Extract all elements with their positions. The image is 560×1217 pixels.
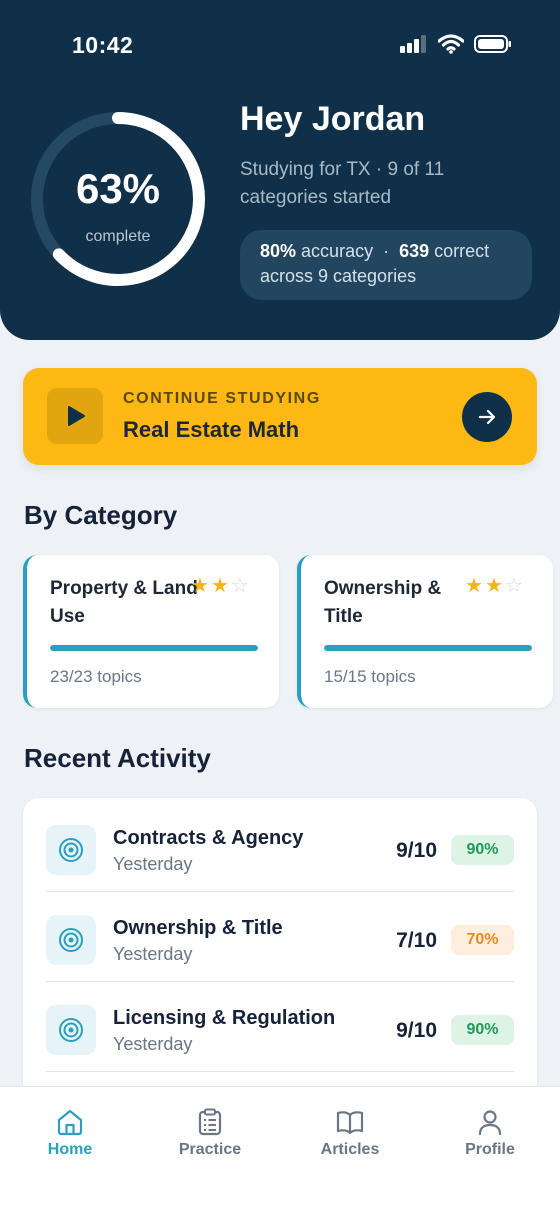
activity-title: Licensing & Regulation (113, 1007, 336, 1029)
wifi-icon (438, 34, 464, 54)
header-panel: 10:42 63% complete Hey Jordan Studying f… (0, 0, 560, 340)
star-empty-icon: ☆ (504, 575, 525, 597)
star-filled-icon: ★ (484, 575, 505, 597)
progress-ring: 63% complete (27, 108, 209, 290)
tab-articles[interactable]: Articles (295, 1107, 405, 1159)
stats-separator: · (383, 241, 390, 261)
activity-date: Yesterday (113, 1034, 193, 1054)
recent-activity-title: Recent Activity (24, 743, 211, 773)
by-category-title: By Category (24, 500, 178, 530)
correct-label: correct (434, 241, 490, 261)
category-progress-fill (324, 645, 532, 651)
categories-line: across 9 categories (260, 266, 417, 286)
progress-label: complete (85, 228, 151, 245)
category-stars: ★★☆ (191, 573, 251, 598)
battery-icon (474, 35, 511, 53)
category-stars: ★★☆ (465, 573, 525, 598)
tab-home[interactable]: Home (15, 1107, 125, 1159)
target-icon (46, 915, 96, 965)
continue-kicker: CONTINUE STUDYING (123, 390, 321, 407)
category-name: Property & Land Use (50, 578, 198, 627)
study-subtitle: Studying for TX · 9 of 11 categories sta… (240, 159, 445, 208)
home-icon (57, 1109, 83, 1136)
star-filled-icon: ★ (191, 575, 211, 597)
row-divider (46, 1071, 514, 1072)
activity-date: Yesterday (113, 854, 193, 874)
tab-home-label: Home (47, 1141, 93, 1158)
activity-row[interactable]: Licensing & Regulation Yesterday 9/10 90… (23, 982, 537, 1072)
target-icon (46, 1005, 96, 1055)
continue-arrow-button[interactable] (462, 392, 512, 442)
star-filled-icon: ★ (210, 575, 231, 597)
category-progress-fill (50, 645, 258, 651)
tab-articles-label: Articles (320, 1141, 380, 1158)
category-card[interactable]: Property & Land Use ★★☆ 23/23 topics (23, 555, 279, 708)
activity-row[interactable]: Ownership & Title Yesterday 7/10 70% (23, 892, 537, 982)
status-time: 10:42 (72, 32, 134, 58)
stats-summary: 80% accuracy · 639 correct across 9 cate… (240, 230, 532, 300)
bottom-tab-bar: Home Practice Articles Profile (0, 1086, 560, 1217)
accuracy-label: accuracy (301, 241, 374, 261)
activity-score: 9/10 (396, 1019, 437, 1042)
category-topics: 15/15 topics (324, 667, 416, 686)
tab-practice[interactable]: Practice (155, 1107, 265, 1159)
status-icons (400, 34, 512, 54)
category-progress-bar (324, 645, 532, 651)
target-icon (46, 825, 96, 875)
activity-score: 7/10 (396, 929, 437, 952)
book-icon (336, 1111, 364, 1135)
status-bar: 10:42 (0, 0, 560, 90)
activity-percent-badge: 90% (451, 1015, 514, 1045)
category-topics: 23/23 topics (50, 667, 142, 686)
continue-title: Real Estate Math (123, 417, 300, 442)
activity-date: Yesterday (113, 944, 193, 964)
tab-practice-label: Practice (178, 1141, 242, 1158)
activity-row[interactable]: Contracts & Agency Yesterday 9/10 90% (23, 802, 537, 892)
correct-value: 639 (399, 241, 430, 261)
activity-percent-badge: 90% (451, 835, 514, 865)
cellular-signal-icon (400, 35, 426, 53)
person-icon (478, 1110, 502, 1136)
category-name: Ownership & Title (324, 578, 442, 627)
clipboard-icon (198, 1108, 222, 1136)
star-filled-icon: ★ (465, 575, 485, 597)
recent-activity-list: Contracts & Agency Yesterday 9/10 90% Ow… (23, 798, 537, 1098)
arrow-right-icon (478, 409, 496, 425)
activity-percent-badge: 70% (451, 925, 514, 955)
play-icon (47, 388, 103, 444)
category-progress-bar (50, 645, 258, 651)
category-card[interactable]: Ownership & Title ★★☆ 15/15 topics (297, 555, 553, 708)
star-empty-icon: ☆ (230, 575, 251, 597)
tab-profile[interactable]: Profile (435, 1107, 545, 1159)
accuracy-value: 80% (260, 241, 297, 261)
activity-title: Contracts & Agency (113, 827, 304, 849)
continue-studying-card[interactable]: CONTINUE STUDYING Real Estate Math (23, 368, 537, 465)
progress-percent: 63% (75, 165, 161, 212)
activity-title: Ownership & Title (113, 917, 283, 939)
tab-profile-label: Profile (465, 1141, 515, 1158)
activity-score: 9/10 (396, 839, 437, 862)
greeting-title: Hey Jordan (240, 100, 426, 138)
